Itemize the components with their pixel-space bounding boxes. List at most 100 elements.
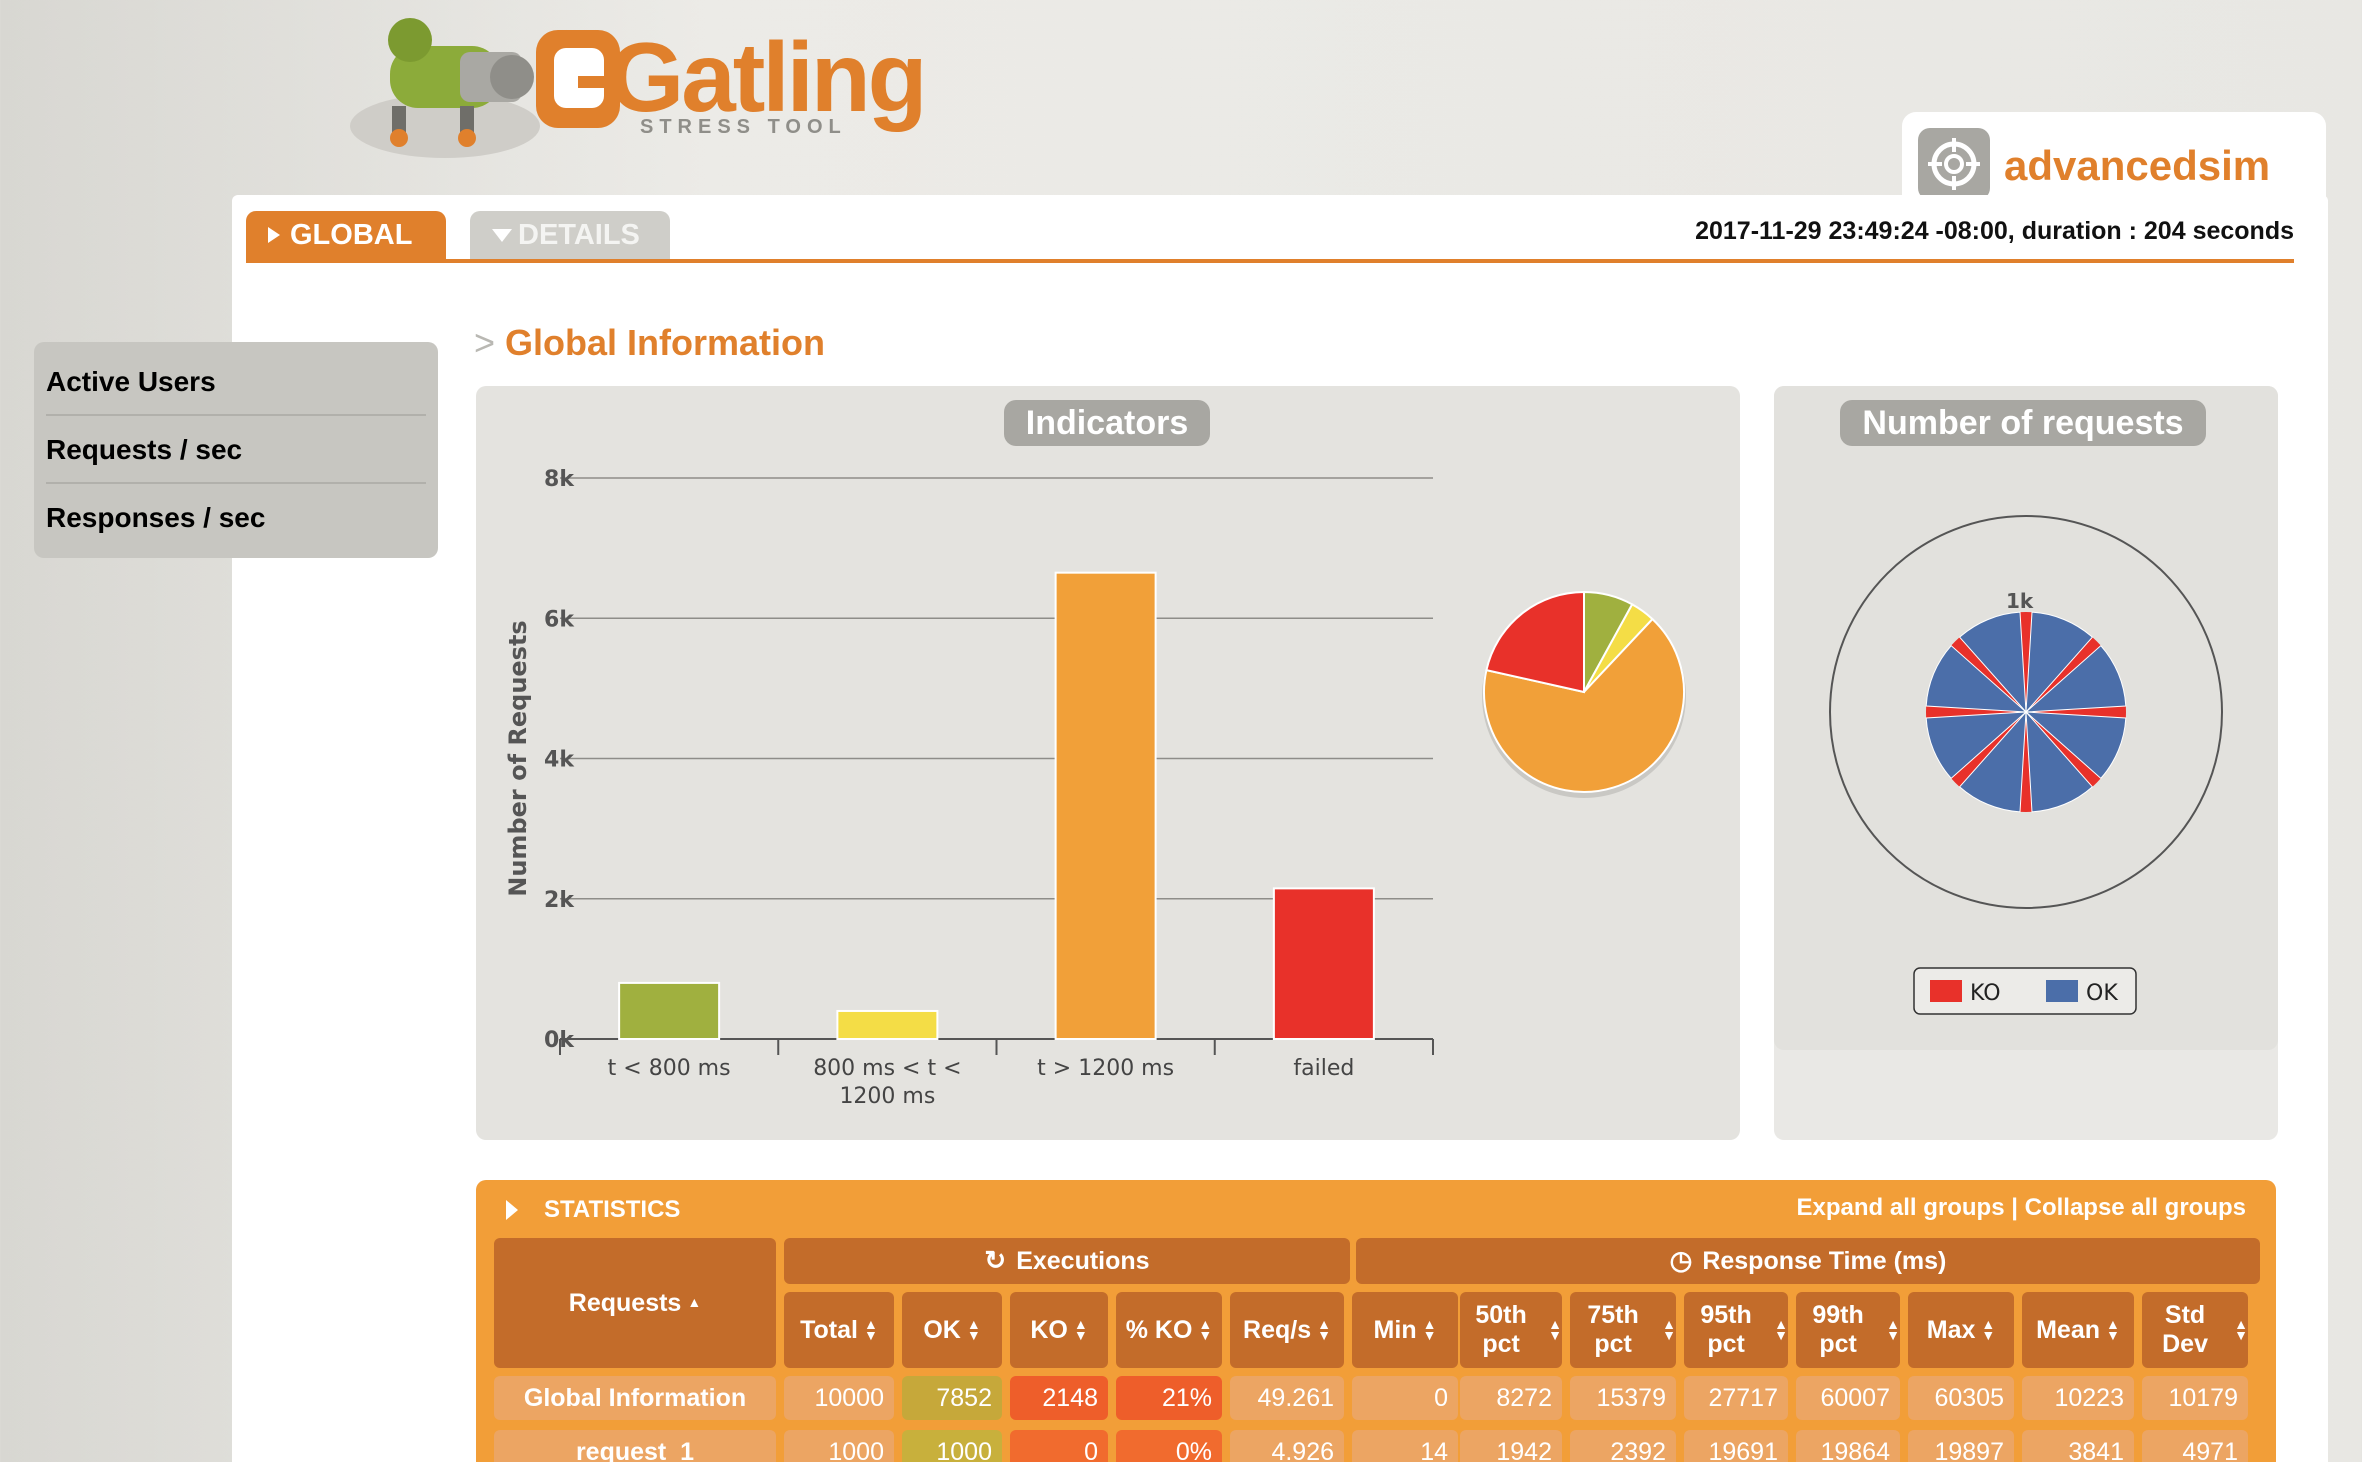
simulation-name: advancedsim <box>2004 142 2271 189</box>
stat-cell: 4.926 <box>1230 1430 1344 1462</box>
column-header-label: Std Dev <box>2162 1301 2208 1358</box>
stat-cell: 4971 <box>2142 1430 2248 1462</box>
column-header-95th-pct[interactable]: 95th pct ▲ ▼ <box>1684 1292 1788 1368</box>
stat-cell: 49.261 <box>1230 1376 1344 1420</box>
statistics-group-links: Expand all groups | Collapse all groups <box>1797 1194 2246 1222</box>
executions-header-label: Executions <box>1016 1246 1150 1275</box>
stat-cell: 0 <box>1352 1376 1458 1420</box>
sort-icon: ▲ ▼ <box>864 1315 878 1343</box>
column-header-label: OK <box>923 1315 961 1344</box>
sort-icon: ▲ ▼ <box>1886 1315 1900 1343</box>
column-header-mean[interactable]: Mean ▲ ▼ <box>2022 1292 2134 1368</box>
column-header-label: 50th pct <box>1475 1301 1527 1358</box>
sort-icon: ▲ ▼ <box>1198 1315 1213 1343</box>
column-header-std-dev[interactable]: Std Dev ▲ ▼ <box>2142 1292 2248 1368</box>
logo-subtitle: STRESS TOOL <box>640 116 847 138</box>
sidebar: Active Users Requests / sec Responses / … <box>34 342 438 558</box>
requests-header-label: Requests <box>568 1288 682 1317</box>
statistics-title: STATISTICS <box>544 1196 681 1223</box>
stat-cell: 3841 <box>2022 1430 2134 1462</box>
refresh-icon: ↻ <box>984 1245 1007 1276</box>
indicators-panel: Indicators 0k2k4k6k8kNumber of Requestst… <box>476 386 1740 1140</box>
column-header-label: 99th pct <box>1812 1301 1864 1358</box>
sidebar-item-responses-sec[interactable]: Responses / sec <box>46 484 426 552</box>
tab-details[interactable]: DETAILS <box>470 211 670 259</box>
sort-asc-icon: ▲ <box>687 1294 702 1311</box>
column-header-label: Max <box>1926 1315 1976 1344</box>
stat-cell: 10179 <box>2142 1376 2248 1420</box>
sort-icon: ▲ ▼ <box>1073 1315 1088 1343</box>
stat-cell: 2148 <box>1010 1376 1108 1420</box>
y-axis-label: Number of Requests <box>504 620 532 896</box>
sort-icon: ▲ ▼ <box>1548 1315 1562 1343</box>
stat-cell: 0% <box>1116 1430 1222 1462</box>
column-header-total[interactable]: Total ▲ ▼ <box>784 1292 894 1368</box>
stat-cell: 2392 <box>1570 1430 1676 1462</box>
expand-all-link[interactable]: Expand all groups <box>1797 1194 2005 1221</box>
gatling-logo: Gatling STRESS TOOL <box>350 8 928 168</box>
statistics-panel: STATISTICS Expand all groups | Collapse … <box>476 1180 2276 1462</box>
stat-cell: 27717 <box>1684 1376 1788 1420</box>
ok-legend-swatch <box>2046 980 2078 1002</box>
sidebar-item-requests-sec[interactable]: Requests / sec <box>46 416 426 484</box>
ko-legend-swatch <box>1930 980 1962 1002</box>
column-header-75th-pct[interactable]: 75th pct ▲ ▼ <box>1570 1292 1676 1368</box>
x-tick-label: t < 800 ms <box>608 1056 731 1081</box>
row-label[interactable]: request_1 <box>494 1430 776 1462</box>
section-title: > Global Information <box>474 322 825 364</box>
bar <box>618 981 721 1041</box>
section-prefix: > <box>474 322 496 363</box>
column-header-ko[interactable]: KO ▲ ▼ <box>1010 1292 1108 1368</box>
stat-cell: 19864 <box>1796 1430 1900 1462</box>
column-header--ko[interactable]: % KO ▲ ▼ <box>1116 1292 1222 1368</box>
column-header-99th-pct[interactable]: 99th pct ▲ ▼ <box>1796 1292 1900 1368</box>
tab-global[interactable]: GLOBAL <box>246 211 446 259</box>
requests-column-header[interactable]: Requests ▲ <box>494 1238 776 1368</box>
stat-cell: 1942 <box>1460 1430 1562 1462</box>
column-header-ok[interactable]: OK ▲ ▼ <box>902 1292 1002 1368</box>
column-header-max[interactable]: Max ▲ ▼ <box>1908 1292 2014 1368</box>
requests-chart: 1k KO OK <box>1829 515 2223 1015</box>
column-header-label: KO <box>1030 1315 1068 1344</box>
stat-cell: 14 <box>1352 1430 1458 1462</box>
sort-icon: ▲ ▼ <box>1317 1315 1331 1343</box>
response-time-group-header: ◷ Response Time (ms) <box>1356 1238 2260 1284</box>
column-header-label: Req/s <box>1243 1315 1312 1344</box>
section-title-text: Global Information <box>505 322 826 363</box>
column-header-50th-pct[interactable]: 50th pct ▲ ▼ <box>1460 1292 1562 1368</box>
executions-group-header: ↻ Executions <box>784 1238 1350 1284</box>
stat-cell: 60305 <box>1908 1376 2014 1420</box>
stat-cell: 8272 <box>1460 1376 1562 1420</box>
triangle-down-icon <box>492 228 512 242</box>
sort-icon: ▲ ▼ <box>2234 1315 2248 1343</box>
column-header-label: 75th pct <box>1587 1301 1639 1358</box>
logo-wordmark: Gatling <box>608 22 928 132</box>
ko-legend-label: KO <box>1970 981 2001 1006</box>
column-header-label: % KO <box>1125 1315 1193 1344</box>
sort-icon: ▲ ▼ <box>1774 1315 1788 1343</box>
tab-details-label: DETAILS <box>518 218 640 251</box>
triangle-right-icon <box>506 1200 518 1220</box>
x-tick-label: failed <box>1293 1056 1354 1081</box>
stat-cell: 1000 <box>784 1430 894 1462</box>
bar <box>1054 571 1157 1040</box>
y-tick-label: 8k <box>544 467 575 492</box>
y-tick-label: 2k <box>544 888 575 913</box>
sidebar-item-active-users[interactable]: Active Users <box>46 348 426 416</box>
statistics-toggle[interactable]: STATISTICS <box>506 1192 680 1228</box>
tab-global-label: GLOBAL <box>290 218 413 251</box>
column-header-label: Min <box>1373 1315 1417 1344</box>
y-tick-label: 6k <box>544 607 575 632</box>
stat-cell: 21% <box>1116 1376 1222 1420</box>
sort-icon: ▲ ▼ <box>966 1315 981 1343</box>
column-header-req-s[interactable]: Req/s ▲ ▼ <box>1230 1292 1344 1368</box>
row-label[interactable]: Global Information <box>494 1376 776 1420</box>
clock-icon: ◷ <box>1669 1245 1693 1276</box>
indicators-chart: 0k2k4k6k8kNumber of Requestst < 800 ms80… <box>504 467 1686 1109</box>
column-header-min[interactable]: Min ▲ ▼ <box>1352 1292 1458 1368</box>
stat-cell: 60007 <box>1796 1376 1900 1420</box>
target-icon <box>1918 128 1990 200</box>
bar <box>1272 887 1375 1040</box>
links-separator: | <box>2011 1194 2018 1221</box>
collapse-all-link[interactable]: Collapse all groups <box>2025 1194 2246 1221</box>
